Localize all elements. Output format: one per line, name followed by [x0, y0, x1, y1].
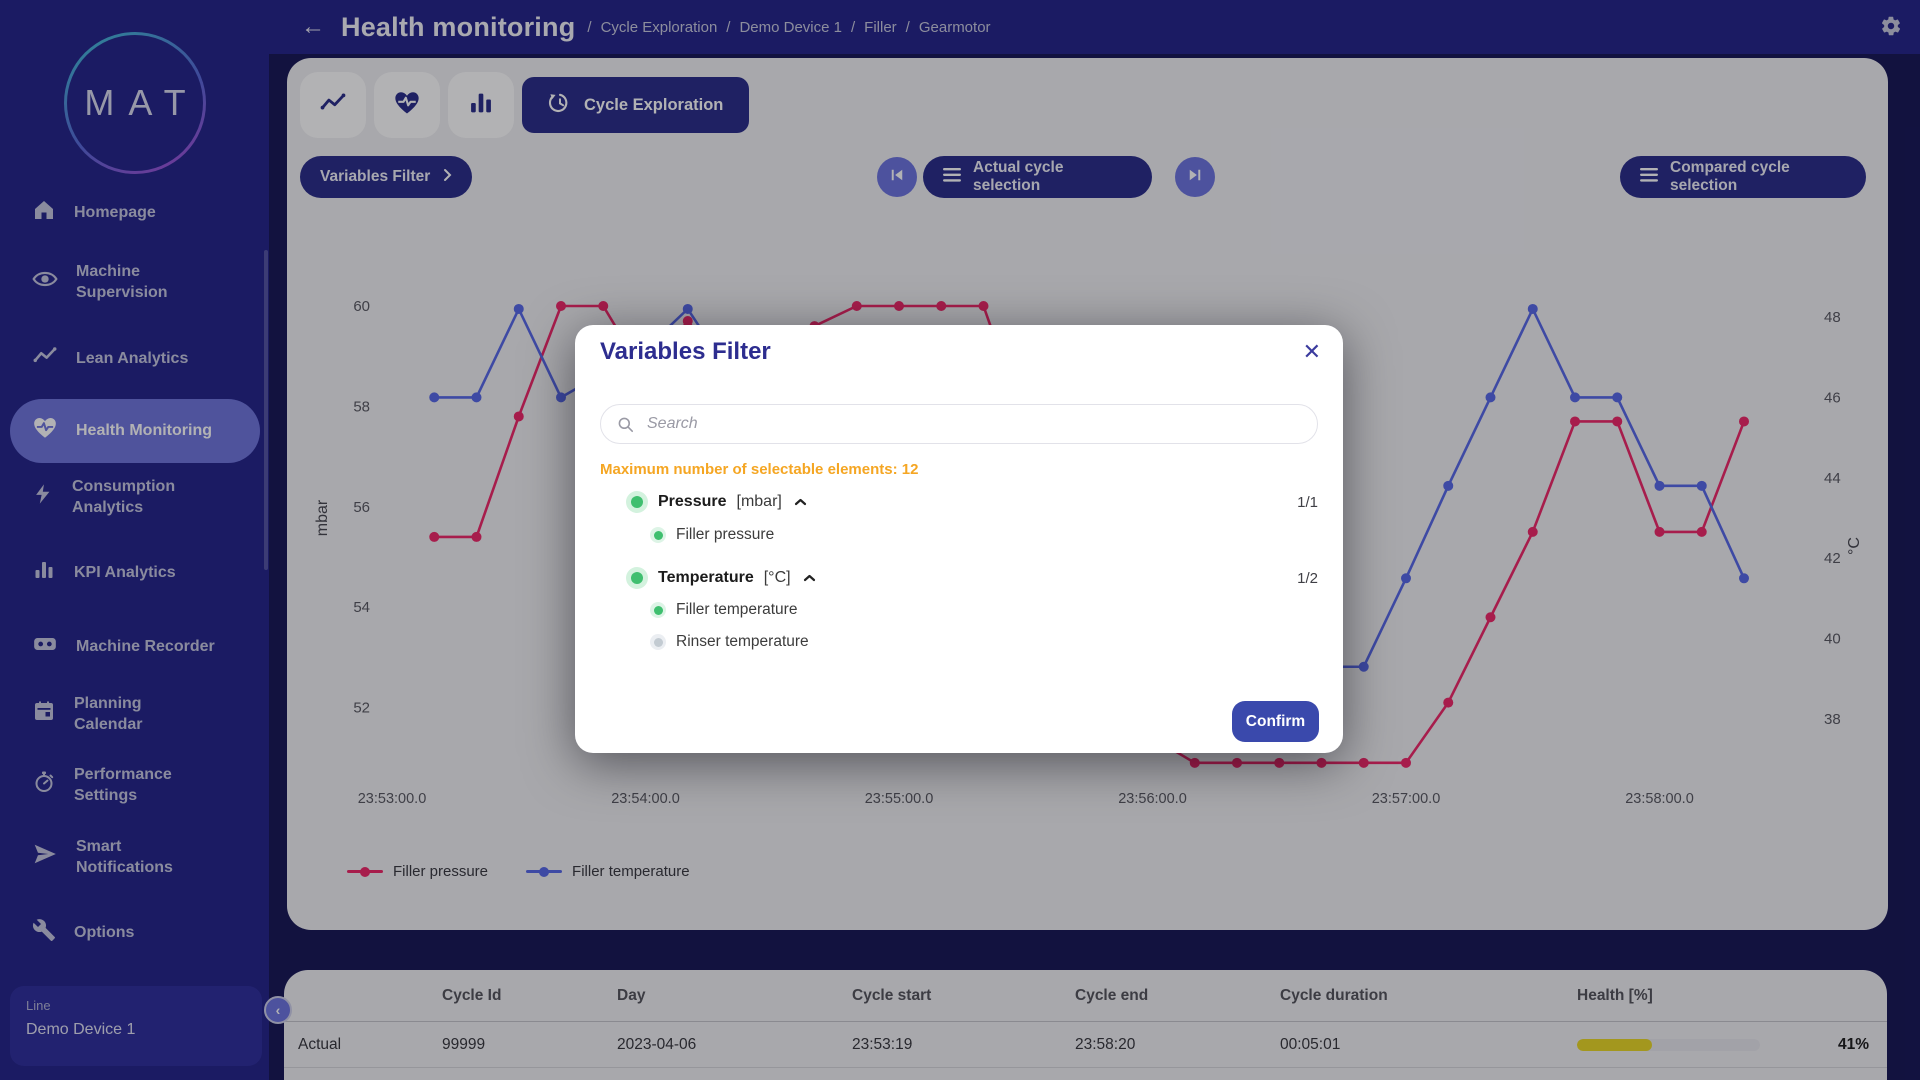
- group-name: Temperature: [658, 569, 754, 587]
- chevron-up-icon[interactable]: [803, 569, 816, 587]
- close-icon[interactable]: ✕: [1299, 337, 1325, 367]
- group-count: 1/1: [1297, 494, 1318, 511]
- selected-dot: [650, 602, 666, 618]
- variables-filter-modal: Variables Filter ✕ Maximum number of sel…: [575, 325, 1343, 753]
- app-root: MAT Homepage Machine Supervision Lean An…: [0, 0, 1920, 1080]
- selected-dot: [650, 527, 666, 543]
- group-row-temperature[interactable]: Temperature [°C] 1/2: [600, 567, 1318, 589]
- variable-name: Filler temperature: [676, 601, 797, 619]
- unselected-dot: [650, 634, 666, 650]
- variable-row-filler-pressure[interactable]: Filler pressure: [600, 526, 1318, 544]
- group-name: Pressure: [658, 493, 727, 511]
- variable-row-filler-temperature[interactable]: Filler temperature: [600, 601, 1318, 619]
- confirm-button[interactable]: Confirm: [1232, 701, 1319, 742]
- group-unit: [mbar]: [737, 493, 782, 511]
- group-count: 1/2: [1297, 570, 1318, 587]
- max-elements-warning: Maximum number of selectable elements: 1…: [600, 461, 918, 478]
- variable-name: Rinser temperature: [676, 633, 809, 651]
- group-unit: [°C]: [764, 569, 791, 587]
- modal-title: Variables Filter: [600, 338, 771, 366]
- selected-dot: [626, 567, 648, 589]
- group-row-pressure[interactable]: Pressure [mbar] 1/1: [600, 491, 1318, 513]
- variable-name: Filler pressure: [676, 526, 774, 544]
- chevron-up-icon[interactable]: [794, 493, 807, 511]
- search-input[interactable]: [600, 404, 1318, 444]
- selected-dot: [626, 491, 648, 513]
- variable-row-rinser-temperature[interactable]: Rinser temperature: [600, 633, 1318, 651]
- search-icon: [616, 415, 635, 439]
